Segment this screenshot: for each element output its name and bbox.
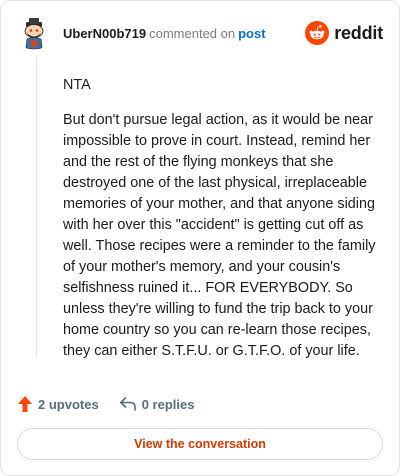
comment-paragraph: NTA (63, 77, 91, 93)
comment-paragraph: But don't pursue legal action, as it wou… (63, 112, 376, 359)
username[interactable]: UberN00b719 (63, 26, 146, 41)
upvote-arrow-icon (18, 396, 32, 412)
comment-body: NTA But don't pursue legal action, as it… (63, 75, 387, 376)
avatar[interactable] (17, 16, 51, 50)
reddit-logo-icon (305, 21, 330, 45)
post-link[interactable]: post (238, 26, 265, 41)
reply-arrow-icon (119, 397, 136, 411)
reply-button[interactable]: 0 replies (119, 396, 195, 412)
comment-actions: 2 upvotes 0 replies (17, 393, 194, 415)
comment-meta: UberN00b719 commented on post (63, 26, 266, 41)
upvote-count: 2 upvotes (38, 396, 99, 412)
upvote-button[interactable]: 2 upvotes (17, 395, 99, 413)
reddit-wordmark: reddit (334, 22, 383, 43)
reply-count: 0 replies (141, 396, 195, 412)
comment-card: UberN00b719 commented on post reddit NTA B… (0, 0, 400, 476)
comment-header: UberN00b719 commented on post reddit (17, 15, 383, 51)
reddit-brand[interactable]: reddit (305, 21, 383, 45)
snoo-avatar-icon (17, 16, 51, 50)
commented-on-text: commented on (149, 25, 236, 41)
view-conversation-button[interactable]: View the conversation (17, 428, 383, 460)
thread-line (36, 57, 37, 357)
